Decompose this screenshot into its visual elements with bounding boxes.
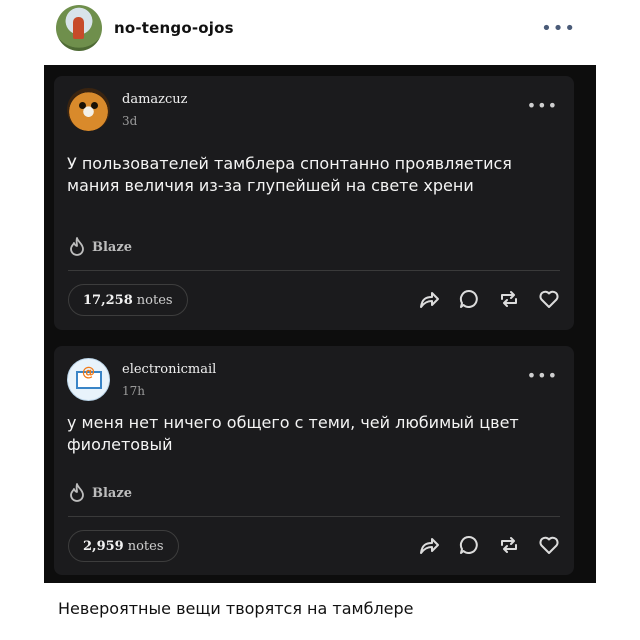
notes-label: notes xyxy=(127,538,164,554)
post-author: @ electronicmail 17h xyxy=(67,358,216,401)
post-caption: Невероятные вещи творятся на тамблере xyxy=(58,599,414,618)
blaze-label: Blaze xyxy=(92,485,133,501)
post-body: У пользователей тамблера спонтанно прояв… xyxy=(67,154,512,195)
post-author: damazcuz 3d xyxy=(67,88,188,131)
post-card: damazcuz 3d ••• У пользователей тамблера… xyxy=(54,76,574,330)
blaze-label: Blaze xyxy=(92,239,133,255)
notes-button[interactable]: 17,258 notes xyxy=(68,284,188,316)
share-icon[interactable] xyxy=(418,534,440,556)
reblog-icon[interactable] xyxy=(498,534,520,556)
notes-count: 17,258 xyxy=(83,292,133,308)
post-actions xyxy=(418,288,560,310)
screenshot-panel: damazcuz 3d ••• У пользователей тамблера… xyxy=(44,65,596,583)
post-timestamp: 3d xyxy=(122,114,138,128)
blaze-button[interactable]: Blaze xyxy=(68,483,132,503)
avatar[interactable] xyxy=(67,88,110,131)
post-body: у меня нет ничего общего с теми, чей люб… xyxy=(67,413,519,454)
flame-icon xyxy=(70,483,84,502)
reply-icon[interactable] xyxy=(458,288,480,310)
post-timestamp: 17h xyxy=(122,384,145,398)
divider xyxy=(68,270,560,271)
notes-button[interactable]: 2,959 notes xyxy=(68,530,179,562)
reblog-icon[interactable] xyxy=(498,288,520,310)
more-options-icon[interactable]: ••• xyxy=(541,18,576,39)
post-username[interactable]: damazcuz xyxy=(122,92,188,108)
avatar[interactable] xyxy=(56,5,102,51)
flame-icon xyxy=(70,237,84,256)
notes-count: 2,959 xyxy=(83,538,124,554)
more-options-icon[interactable]: ••• xyxy=(527,366,558,385)
notes-label: notes xyxy=(136,292,173,308)
avatar[interactable]: @ xyxy=(67,358,110,401)
username[interactable]: no-tengo-ojos xyxy=(114,19,234,37)
like-icon[interactable] xyxy=(538,534,560,556)
post-username[interactable]: electronicmail xyxy=(122,362,216,378)
at-sign-icon: @ xyxy=(82,365,95,380)
share-icon[interactable] xyxy=(418,288,440,310)
like-icon[interactable] xyxy=(538,288,560,310)
blaze-button[interactable]: Blaze xyxy=(68,237,132,257)
post-card: @ electronicmail 17h ••• у меня нет ниче… xyxy=(54,346,574,575)
post-header: no-tengo-ojos ••• xyxy=(56,4,586,52)
divider xyxy=(68,516,560,517)
post-actions xyxy=(418,534,560,556)
reply-icon[interactable] xyxy=(458,534,480,556)
more-options-icon[interactable]: ••• xyxy=(527,96,558,115)
